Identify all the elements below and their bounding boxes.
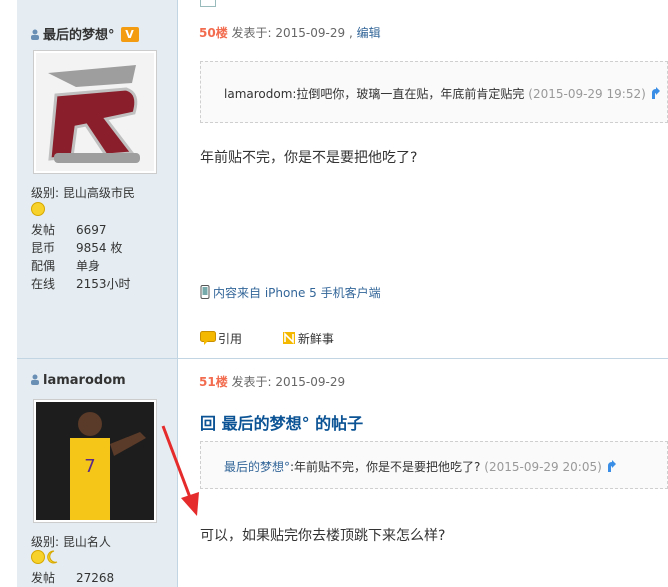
gtr-logo-image bbox=[36, 53, 154, 171]
floor-number[interactable]: 50楼 bbox=[199, 26, 228, 40]
level-icons bbox=[31, 201, 45, 216]
author-name[interactable]: 最后的梦想° V bbox=[30, 24, 139, 43]
top-nav-icon bbox=[200, 0, 216, 7]
svg-text:7: 7 bbox=[84, 456, 95, 477]
user-level: 级别: 昆山名人 bbox=[31, 535, 111, 549]
quote-line: 最后的梦想°:年前贴不完，你是不是要把他吃了? (2015-09-29 20:0… bbox=[224, 458, 619, 475]
post-date: 发表于: 2015-09-29 bbox=[231, 375, 346, 389]
author-sidebar: 最后的梦想° V 级别: 昆山高级市民 发帖 6697 昆币 9854 枚 配偶 单身 … bbox=[17, 0, 178, 358]
verified-badge: V bbox=[120, 27, 139, 42]
quote-text: lamarodom:拉倒吧你，玻璃一直在贴，年底前肯定贴完 bbox=[224, 87, 525, 101]
stat-row: 配偶 单身 bbox=[31, 259, 101, 273]
quote-box: 最后的梦想°:年前贴不完，你是不是要把他吃了? (2015-09-29 20:0… bbox=[200, 441, 668, 489]
smile-icon bbox=[31, 201, 45, 216]
post-body: 可以，如果贴完你去楼顶跳下来怎么样? bbox=[200, 528, 446, 544]
page-left-margin bbox=[0, 0, 17, 587]
quote-time: (2015-09-29 20:05) bbox=[484, 460, 602, 474]
user-stats: 发帖 27268 bbox=[31, 569, 114, 587]
user-stats: 发帖 6697 昆币 9854 枚 配偶 单身 在线 2153小时 bbox=[31, 221, 131, 293]
post-actions: 引用 新鲜事 bbox=[200, 330, 370, 347]
red-arrow-annotation bbox=[161, 425, 199, 516]
jump-up-icon[interactable] bbox=[605, 460, 619, 474]
user-level: 级别: 昆山高级市民 bbox=[31, 186, 135, 200]
author-name[interactable]: lamarodom bbox=[30, 373, 126, 388]
reply-title: 回 最后的梦想° 的帖子 bbox=[200, 414, 364, 433]
edit-link[interactable]: 编辑 bbox=[357, 26, 381, 40]
stat-row: 发帖 6697 bbox=[31, 223, 107, 237]
post-51: lamarodom 7 级别: 昆山名人 发帖 27268 51楼 发表于: 20… bbox=[17, 359, 668, 587]
mobile-source[interactable]: 内容来自 iPhone 5 手机客户端 bbox=[200, 284, 381, 301]
player-avatar-image: 7 bbox=[36, 402, 154, 520]
quote-button[interactable]: 引用 bbox=[200, 331, 260, 346]
level-icons bbox=[31, 549, 58, 564]
phone-icon bbox=[200, 285, 210, 299]
user-icon bbox=[31, 374, 39, 385]
quote-time: (2015-09-29 19:52) bbox=[528, 87, 646, 101]
quote-line: lamarodom:拉倒吧你，玻璃一直在贴，年底前肯定贴完 (2015-09-2… bbox=[224, 85, 663, 102]
post-body: 年前贴不完，你是不是要把他吃了? bbox=[200, 150, 418, 166]
stat-row: 昆币 9854 枚 bbox=[31, 241, 123, 255]
user-icon bbox=[31, 29, 39, 40]
post-50: 最后的梦想° V 级别: 昆山高级市民 发帖 6697 昆币 9854 枚 配偶 单身 … bbox=[17, 0, 668, 359]
floor-number[interactable]: 51楼 bbox=[199, 375, 228, 389]
quote-box: lamarodom:拉倒吧你，玻璃一直在贴，年底前肯定贴完 (2015-09-2… bbox=[200, 61, 668, 123]
stat-row: 在线 2153小时 bbox=[31, 277, 131, 291]
fresh-button[interactable]: 新鲜事 bbox=[282, 332, 352, 346]
fresh-icon bbox=[282, 332, 295, 344]
post-content: 50楼 发表于: 2015-09-29 , 编辑 lamarodom:拉倒吧你，… bbox=[178, 0, 668, 358]
quote-user-link[interactable]: 最后的梦想° bbox=[224, 460, 290, 474]
avatar[interactable]: 7 bbox=[33, 399, 157, 523]
floor-info: 51楼 发表于: 2015-09-29 bbox=[199, 373, 345, 390]
quote-icon bbox=[200, 331, 216, 345]
post-content: 51楼 发表于: 2015-09-29 回 最后的梦想° 的帖子 最后的梦想°:… bbox=[178, 359, 668, 587]
jump-up-icon[interactable] bbox=[649, 87, 663, 101]
smile-icon bbox=[31, 549, 45, 564]
moon-icon bbox=[47, 549, 58, 563]
stat-row: 发帖 27268 bbox=[31, 571, 115, 585]
post-date: 发表于: 2015-09-29 , bbox=[231, 26, 353, 40]
avatar[interactable] bbox=[33, 50, 157, 174]
floor-info: 50楼 发表于: 2015-09-29 , 编辑 bbox=[199, 24, 381, 41]
quote-text: :年前贴不完，你是不是要把他吃了? bbox=[290, 460, 481, 474]
author-sidebar: lamarodom 7 级别: 昆山名人 发帖 27268 bbox=[17, 359, 178, 587]
